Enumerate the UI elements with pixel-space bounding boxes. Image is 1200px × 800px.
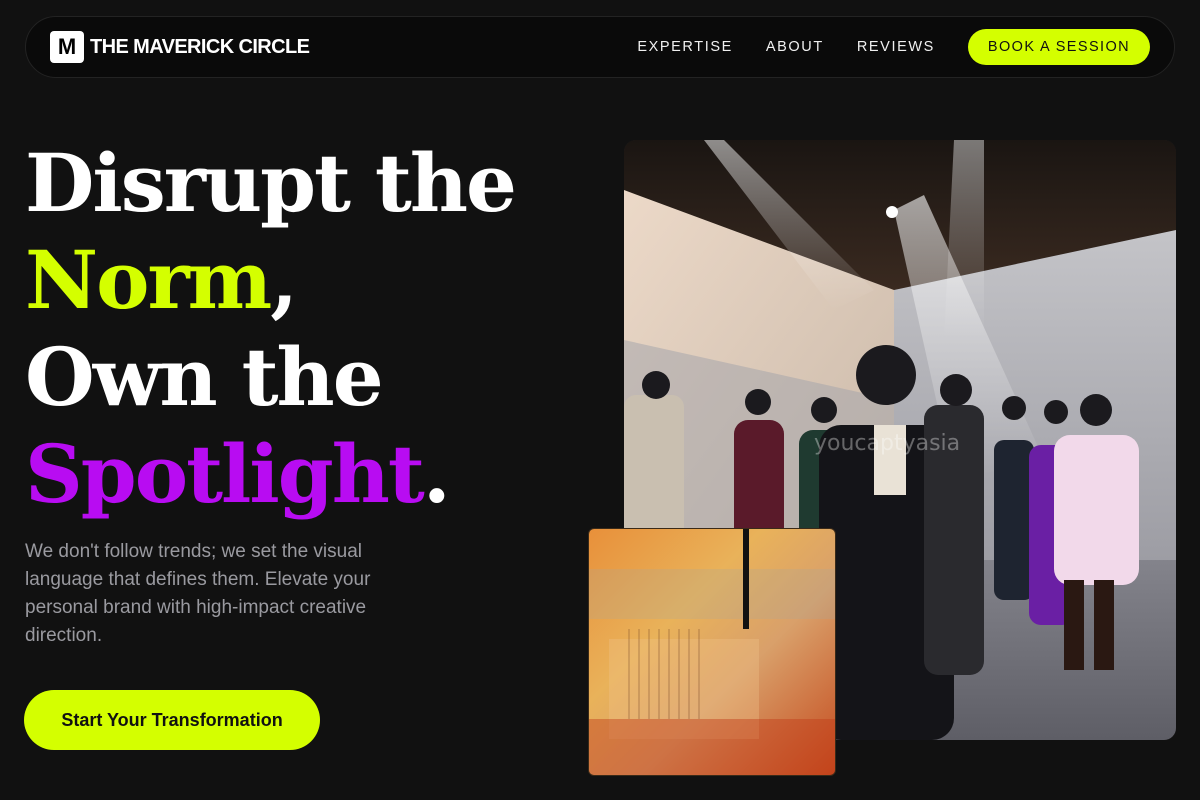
headline-line-2: Norm, xyxy=(25,232,515,329)
headline-line-1: Disrupt the xyxy=(25,136,517,230)
top-navbar: M THE MAVERICK CIRCLE EXPERTISE ABOUT RE… xyxy=(25,16,1175,78)
headline-highlight-spotlight: Spotlight xyxy=(25,427,425,521)
headline-period: . xyxy=(422,427,451,521)
hero-headline: Disrupt the Norm, Own the Spotlight. xyxy=(25,135,517,523)
nav-link-expertise[interactable]: EXPERTISE xyxy=(637,39,733,55)
brand-logo[interactable]: M THE MAVERICK CIRCLE xyxy=(50,31,310,63)
nav-links: EXPERTISE ABOUT REVIEWS BOOK A SESSION xyxy=(637,29,1150,65)
abstract-orange-artwork xyxy=(588,528,836,776)
headline-line-4: Spotlight. xyxy=(25,426,515,523)
photo-watermark: youcaptyasia xyxy=(814,431,960,456)
brand-mark-icon: M xyxy=(50,31,84,63)
headline-comma: , xyxy=(270,233,298,327)
nav-link-reviews[interactable]: REVIEWS xyxy=(857,39,935,55)
hero-subtext: We don't follow trends; we set the visua… xyxy=(25,541,371,646)
headline-line-3: Own the xyxy=(25,330,384,424)
nav-link-about[interactable]: ABOUT xyxy=(766,39,824,55)
brand-name: THE MAVERICK CIRCLE xyxy=(90,35,310,58)
start-transformation-button[interactable]: Start Your Transformation xyxy=(24,690,320,750)
book-session-button[interactable]: BOOK A SESSION xyxy=(967,29,1150,65)
abstract-artwork-image xyxy=(589,529,835,775)
headline-highlight-norm: Norm xyxy=(25,233,272,327)
